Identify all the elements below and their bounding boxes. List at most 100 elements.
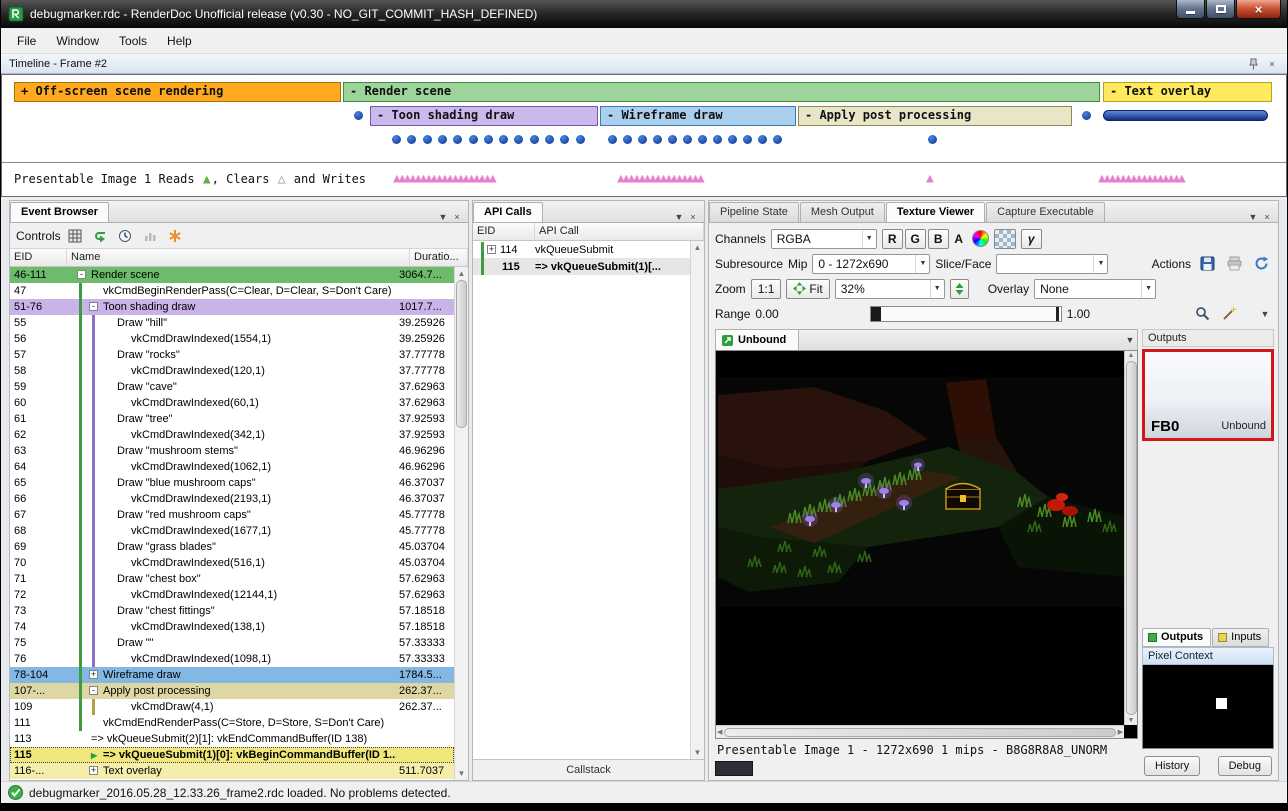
scroll-up-icon[interactable]: ▲ — [1128, 352, 1135, 359]
expand-icon[interactable]: + — [89, 670, 98, 679]
event-row[interactable]: 62vkCmdDrawIndexed(342,1)37.92593 — [10, 427, 454, 443]
event-row[interactable]: 67Draw "red mushroom caps"45.77778 — [10, 507, 454, 523]
event-row[interactable]: 47vkCmdBeginRenderPass(C=Clear, D=Clear,… — [10, 283, 454, 299]
right-panel-menu-icon[interactable]: ▼ — [1246, 212, 1260, 222]
scrollbar-thumb[interactable] — [1126, 361, 1137, 715]
timeline-bar[interactable]: - Render scene — [343, 82, 1100, 102]
pixel-context-view[interactable] — [1142, 665, 1274, 749]
draw-call-dot[interactable] — [423, 135, 432, 144]
time-draws-icon[interactable] — [64, 226, 86, 246]
timeline-bar[interactable]: - Toon shading draw — [370, 106, 598, 126]
channel-r-button[interactable]: R — [882, 229, 903, 249]
scrollbar-thumb[interactable] — [724, 728, 1115, 737]
color-wheel-icon[interactable] — [972, 230, 989, 247]
tab-outputs[interactable]: Outputs — [1142, 628, 1211, 647]
texture-viewport[interactable]: ▲ ▼ ◀ ▶ — [715, 350, 1138, 739]
zoom-1-1-button[interactable]: 1:1 — [751, 279, 782, 299]
tab-unbound[interactable]: Unbound — [716, 330, 799, 350]
timeline-bar[interactable]: + Off-screen scene rendering — [14, 82, 341, 102]
range-white-point-handle[interactable] — [1056, 307, 1059, 321]
tab-api-calls[interactable]: API Calls — [473, 202, 543, 222]
slice-face-select[interactable]: ▼ — [996, 254, 1108, 274]
draw-call-dot[interactable] — [638, 135, 647, 144]
draw-call-dot[interactable] — [407, 135, 416, 144]
print-icon[interactable] — [1223, 254, 1245, 274]
event-row[interactable]: 75Draw ""57.33333 — [10, 635, 454, 651]
draw-call-dot[interactable] — [683, 135, 692, 144]
expand-icon[interactable]: + — [487, 245, 496, 254]
save-icon[interactable] — [1196, 254, 1218, 274]
draw-call-dot[interactable] — [668, 135, 677, 144]
timeline-close-icon[interactable]: × — [1265, 59, 1279, 69]
column-eid[interactable]: EID — [473, 223, 535, 240]
title-bar[interactable]: debugmarker.rdc - RenderDoc Unofficial r… — [1, 0, 1287, 28]
scroll-left-icon[interactable]: ◀ — [717, 728, 722, 736]
draw-call-dot[interactable] — [743, 135, 752, 144]
autofit-wand-icon[interactable] — [1218, 304, 1240, 324]
zoom-range-icon[interactable] — [1191, 304, 1213, 324]
texture-image[interactable] — [718, 377, 1126, 607]
event-row[interactable]: 58vkCmdDrawIndexed(120,1)37.77778 — [10, 363, 454, 379]
event-row[interactable]: 66vkCmdDrawIndexed(2193,1)46.37037 — [10, 491, 454, 507]
minimize-button[interactable] — [1176, 0, 1205, 19]
timeline-bar[interactable]: - Text overlay — [1103, 82, 1272, 102]
draw-call-dot[interactable] — [773, 135, 782, 144]
bookmark-icon[interactable] — [164, 226, 186, 246]
collapse-icon[interactable]: - — [89, 686, 98, 695]
history-button[interactable]: History — [1144, 756, 1200, 776]
texture-tab-list-icon[interactable]: ▼ — [1123, 335, 1137, 345]
event-row[interactable]: 74vkCmdDrawIndexed(138,1)57.18518 — [10, 619, 454, 635]
clock-icon[interactable] — [114, 226, 136, 246]
event-row[interactable]: 107-...-Apply post processing262.37... — [10, 683, 454, 699]
scroll-up-icon[interactable]: ▲ — [694, 243, 702, 252]
tab-mesh-output[interactable]: Mesh Output — [800, 202, 885, 222]
api-calls-menu-icon[interactable]: ▼ — [672, 212, 686, 222]
event-row[interactable]: 69Draw "grass blades"45.03704 — [10, 539, 454, 555]
fb0-thumbnail[interactable]: FB0 Unbound — [1142, 349, 1274, 441]
checkerboard-icon[interactable] — [994, 229, 1016, 249]
draw-call-dot[interactable] — [514, 135, 523, 144]
tab-texture-viewer[interactable]: Texture Viewer — [886, 202, 985, 222]
event-row[interactable]: 71Draw "chest box"57.62963 — [10, 571, 454, 587]
maximize-button[interactable] — [1206, 0, 1235, 19]
event-row[interactable]: 113=> vkQueueSubmit(2)[1]: vkEndCommandB… — [10, 731, 454, 747]
menu-file[interactable]: File — [7, 30, 46, 52]
event-row[interactable]: 65Draw "blue mushroom caps"46.37037 — [10, 475, 454, 491]
draw-call-dot[interactable] — [484, 135, 493, 144]
event-row[interactable]: 76vkCmdDrawIndexed(1098,1)57.33333 — [10, 651, 454, 667]
event-row[interactable]: 111vkCmdEndRenderPass(C=Store, D=Store, … — [10, 715, 454, 731]
range-black-point-handle[interactable] — [871, 307, 881, 321]
draw-call-dot[interactable] — [545, 135, 554, 144]
draw-call-dot[interactable] — [576, 135, 585, 144]
scroll-down-icon[interactable]: ▼ — [694, 748, 702, 757]
event-row[interactable]: 57Draw "rocks"37.77778 — [10, 347, 454, 363]
event-row[interactable]: 63Draw "mushroom stems"46.96296 — [10, 443, 454, 459]
range-slider[interactable] — [870, 306, 1062, 322]
channel-g-button[interactable]: G — [905, 229, 926, 249]
event-row[interactable]: 55Draw "hill"39.25926 — [10, 315, 454, 331]
draw-call-dot[interactable] — [499, 135, 508, 144]
draw-call-dot[interactable] — [623, 135, 632, 144]
draw-call-dot[interactable] — [653, 135, 662, 144]
flip-y-button[interactable] — [950, 279, 969, 299]
tab-pipeline-state[interactable]: Pipeline State — [709, 202, 799, 222]
draw-call-dot[interactable] — [698, 135, 707, 144]
event-browser-menu-icon[interactable]: ▼ — [436, 212, 450, 222]
close-button[interactable]: × — [1236, 0, 1281, 19]
draw-call-dot[interactable] — [928, 135, 937, 144]
channel-a-button[interactable]: A — [951, 232, 967, 246]
menu-window[interactable]: Window — [46, 30, 109, 52]
menu-help[interactable]: Help — [157, 30, 202, 52]
draw-call-dot[interactable] — [469, 135, 478, 144]
scroll-up-icon[interactable]: ▲ — [458, 269, 466, 278]
expand-icon[interactable]: + — [89, 766, 98, 775]
draw-call-dot[interactable] — [758, 135, 767, 144]
event-row[interactable]: 61Draw "tree"37.92593 — [10, 411, 454, 427]
channel-b-button[interactable]: B — [928, 229, 949, 249]
event-browser-scrollbar[interactable]: ▲ ▼ — [454, 267, 468, 780]
goto-eid-icon[interactable] — [89, 226, 111, 246]
event-row[interactable]: 56vkCmdDrawIndexed(1554,1)39.25926 — [10, 331, 454, 347]
scroll-down-icon[interactable]: ▼ — [458, 769, 466, 778]
callstack-section[interactable]: Callstack — [473, 759, 704, 780]
draw-call-dot[interactable] — [453, 135, 462, 144]
